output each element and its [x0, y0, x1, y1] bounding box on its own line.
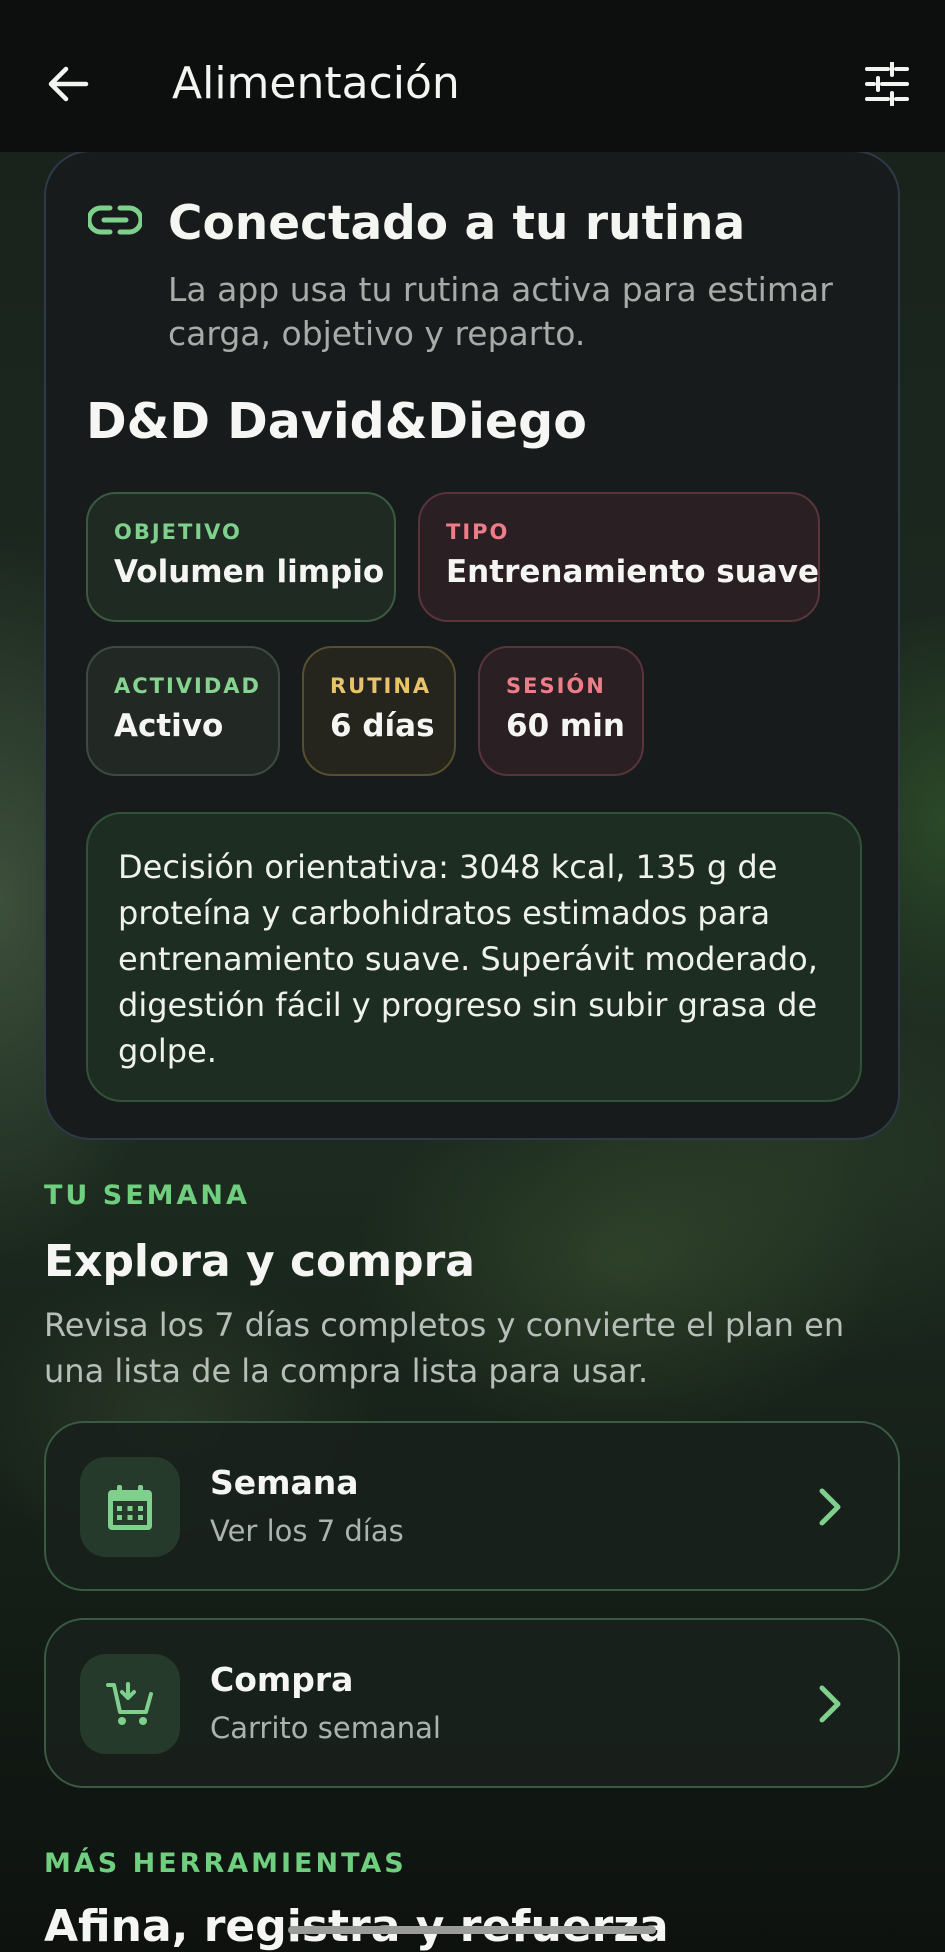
- week-section-description: Revisa los 7 días completos y convierte …: [44, 1306, 845, 1390]
- chevron-right-icon: [819, 1685, 841, 1723]
- link-icon: [88, 205, 142, 235]
- week-section-title: Explora y compra: [44, 1236, 475, 1287]
- chip-label: RUTINA: [330, 674, 432, 698]
- chip-label: SESIÓN: [506, 674, 606, 698]
- week-section-eyebrow: TU SEMANA: [44, 1180, 250, 1211]
- filter-button[interactable]: [851, 48, 923, 120]
- back-button[interactable]: [32, 48, 104, 120]
- tools-section-title: Afina, registra y refuerza: [44, 1901, 669, 1952]
- chip-value: Volumen limpio: [114, 554, 385, 590]
- tools-section-eyebrow: MÁS HERRAMIENTAS: [44, 1848, 407, 1879]
- chip-label: TIPO: [446, 520, 510, 544]
- card-subtitle: La app usa tu rutina activa para estimar…: [168, 270, 833, 353]
- calendar-icon: [108, 1485, 152, 1530]
- chip-sesion: SESIÓN 60 min: [478, 646, 644, 776]
- chip-objetivo: OBJETIVO Volumen limpio: [86, 492, 396, 622]
- chevron-right-icon: [819, 1488, 841, 1526]
- chip-value: 60 min: [506, 708, 625, 744]
- nav-subtitle: Carrito semanal: [210, 1711, 441, 1745]
- routine-connection-card: Conectado a tu rutina La app usa tu ruti…: [44, 150, 900, 1140]
- nav-title: Semana: [210, 1463, 359, 1502]
- nav-subtitle: Ver los 7 días: [210, 1514, 404, 1548]
- chip-value: Entrenamiento suave: [446, 554, 819, 590]
- nutrition-screen: Alimentación Conectado a tu rutina La ap…: [0, 0, 945, 1952]
- chip-tipo: TIPO Entrenamiento suave: [418, 492, 820, 622]
- decision-summary: Decisión orientativa: 3048 kcal, 135 g d…: [86, 812, 862, 1102]
- chip-value: 6 días: [330, 708, 435, 744]
- chip-label: OBJETIVO: [114, 520, 242, 544]
- nav-title: Compra: [210, 1660, 354, 1699]
- page-title: Alimentación: [172, 58, 460, 109]
- tune-sliders-icon: [865, 62, 909, 106]
- nav-icon-box: [80, 1654, 180, 1754]
- app-bar: Alimentación: [0, 0, 945, 152]
- chip-value: Activo: [114, 708, 224, 744]
- chip-label: ACTIVIDAD: [114, 674, 261, 698]
- routine-name: D&D David&Diego: [86, 393, 587, 450]
- chip-rutina: RUTINA 6 días: [302, 646, 456, 776]
- home-indicator[interactable]: [288, 1926, 656, 1934]
- arrow-left-icon: [48, 66, 89, 102]
- nav-icon-box: [80, 1457, 180, 1557]
- shopping-nav-card[interactable]: Compra Carrito semanal: [44, 1618, 900, 1788]
- cart-add-icon: [106, 1682, 153, 1725]
- week-nav-card[interactable]: Semana Ver los 7 días: [44, 1421, 900, 1591]
- chip-actividad: ACTIVIDAD Activo: [86, 646, 280, 776]
- card-title: Conectado a tu rutina: [168, 196, 746, 251]
